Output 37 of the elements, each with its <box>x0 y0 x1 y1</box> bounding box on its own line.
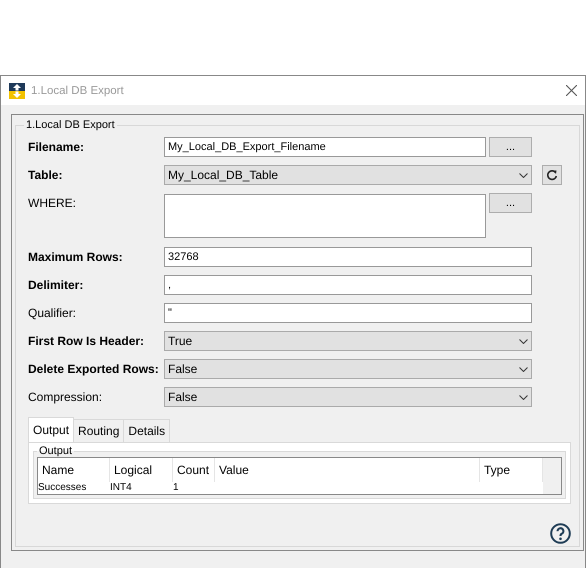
browse-button[interactable]: ... <box>489 137 532 157</box>
text-area[interactable] <box>164 194 486 238</box>
field-label: Table: <box>28 167 64 184</box>
text-field[interactable]: 32768 <box>164 247 532 267</box>
table-cell-text: INT4 <box>110 482 133 494</box>
field-label: Maximum Rows: <box>28 249 124 266</box>
field-label: Delete Exported Rows: <box>28 361 160 378</box>
text-field[interactable]: , <box>164 275 532 295</box>
browse-button[interactable]: ... <box>489 193 532 213</box>
tab[interactable]: Output <box>28 417 74 442</box>
app-logo-icon <box>9 82 25 98</box>
field-label: First Row Is Header: <box>28 333 146 350</box>
group-title: Output <box>38 445 74 457</box>
refresh-icon <box>546 169 558 181</box>
text-field[interactable]: My_Local_DB_Export_Filename <box>164 137 486 157</box>
field-label: Qualifier: <box>28 305 78 322</box>
dropdown[interactable]: True <box>164 331 532 351</box>
field-label: Filename: <box>28 139 86 156</box>
help-icon[interactable] <box>550 523 571 544</box>
chevron-down-icon <box>519 338 528 344</box>
chevron-down-icon <box>519 172 528 178</box>
dropdown[interactable]: False <box>164 387 532 407</box>
group-title: 1.Local DB Export <box>25 119 116 131</box>
refresh-button[interactable] <box>542 165 562 185</box>
close-icon[interactable] <box>566 85 577 96</box>
text-field[interactable]: " <box>164 303 532 323</box>
field-label: Delimiter: <box>28 277 84 294</box>
tab[interactable]: Details <box>123 419 170 442</box>
field-label: WHERE: <box>28 195 77 212</box>
field-label: Compression: <box>28 389 104 406</box>
table-cell-text: 1 <box>173 482 180 494</box>
dropdown[interactable]: My_Local_DB_Table <box>164 165 532 185</box>
window-title: 1.Local DB Export <box>31 84 125 96</box>
chevron-down-icon <box>519 366 528 372</box>
chevron-down-icon <box>519 394 528 400</box>
dropdown[interactable]: False <box>164 359 532 379</box>
table-cell-text: Successes <box>38 482 88 494</box>
